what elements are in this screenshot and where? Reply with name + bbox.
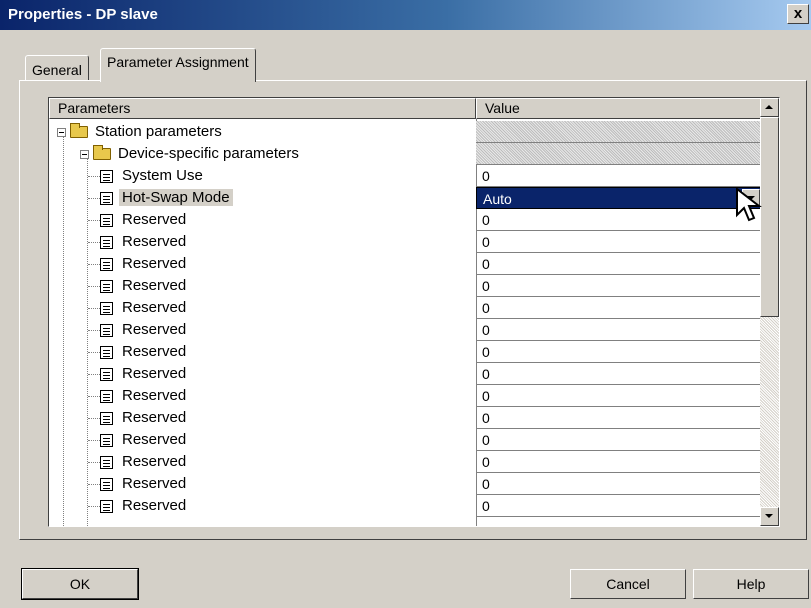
parameter-icon — [100, 455, 113, 469]
tree-row-station-parameters[interactable]: Station parameters — [49, 121, 762, 143]
parameter-icon — [100, 345, 113, 359]
tree-row-device-specific-parameters[interactable]: Device-specific parameters — [49, 143, 762, 165]
parameter-icon — [100, 191, 113, 205]
row-label: Reserved — [122, 475, 187, 492]
row-label: Hot-Swap Mode — [119, 189, 233, 206]
row-label: Reserved — [122, 431, 187, 448]
tree-row-parameter[interactable]: Reserved 0 — [49, 319, 762, 341]
value-cell[interactable]: 0 — [476, 253, 762, 275]
tree-row-parameter[interactable]: Reserved 0 — [49, 363, 762, 385]
help-button[interactable]: Help — [693, 569, 809, 599]
row-label: Reserved — [122, 211, 187, 228]
parameter-icon — [100, 279, 113, 293]
parameter-icon — [100, 499, 113, 513]
collapse-icon[interactable] — [57, 127, 66, 137]
tree-row-parameter-selected[interactable]: Hot-Swap Mode Auto — [49, 187, 762, 209]
tree-row-parameter[interactable]: Reserved 0 — [49, 253, 762, 275]
row-label: Reserved — [122, 497, 187, 514]
tree-row-parameter[interactable]: Reserved 0 — [49, 385, 762, 407]
row-label: Reserved — [122, 343, 187, 360]
parameter-icon — [100, 257, 113, 271]
tree-row-parameter[interactable]: Reserved 0 — [49, 429, 762, 451]
value-cell — [476, 143, 762, 165]
dropdown-selected-value: Auto — [483, 191, 512, 207]
value-cell[interactable]: 0 — [476, 297, 762, 319]
row-label: Reserved — [122, 255, 187, 272]
title-bar[interactable]: Properties - DP slave x — [0, 0, 811, 30]
ok-button[interactable]: OK — [21, 568, 139, 600]
parameter-grid: Parameters Value Station parameters Devi… — [48, 97, 780, 527]
folder-open-icon — [93, 145, 111, 161]
value-cell[interactable]: 0 — [476, 385, 762, 407]
parameter-icon — [100, 477, 113, 491]
parameter-icon — [100, 323, 113, 337]
tree-row-parameter[interactable]: Reserved 0 — [49, 297, 762, 319]
tree-row-parameter[interactable]: Reserved 0 — [49, 341, 762, 363]
folder-open-icon — [70, 123, 88, 139]
tree-row-parameter[interactable]: Reserved 0 — [49, 451, 762, 473]
value-cell — [476, 121, 762, 143]
value-cell[interactable]: 0 — [476, 495, 762, 517]
value-cell[interactable]: 0 — [476, 165, 762, 187]
value-cell[interactable]: 0 — [476, 231, 762, 253]
scroll-down-arrow-icon[interactable] — [760, 507, 779, 526]
value-cell[interactable]: 0 — [476, 341, 762, 363]
column-header-value[interactable]: Value — [476, 98, 762, 119]
row-label: Reserved — [122, 233, 187, 250]
tree-row-parameter[interactable]: Reserved 0 — [49, 495, 762, 517]
value-cell[interactable]: 0 — [476, 473, 762, 495]
parameter-icon — [100, 235, 113, 249]
tree-row-parameter[interactable]: System Use 0 — [49, 165, 762, 187]
parameter-icon — [100, 301, 113, 315]
row-label: Reserved — [122, 365, 187, 382]
tab-parameter-assignment[interactable]: Parameter Assignment — [100, 48, 256, 82]
row-label: System Use — [122, 167, 203, 184]
parameter-icon — [100, 367, 113, 381]
parameter-icon — [100, 389, 113, 403]
row-label: Reserved — [122, 299, 187, 316]
row-label: Reserved — [122, 409, 187, 426]
row-label: Reserved — [122, 453, 187, 470]
tree-row-parameter[interactable]: Reserved 0 — [49, 275, 762, 297]
value-cell[interactable]: 0 — [476, 363, 762, 385]
parameter-icon — [100, 411, 113, 425]
close-button[interactable]: x — [787, 4, 809, 24]
tree-row-parameter[interactable]: Reserved 0 — [49, 473, 762, 495]
row-label: Reserved — [122, 387, 187, 404]
column-header-parameters[interactable]: Parameters — [49, 98, 476, 119]
tree-row-parameter[interactable]: Reserved 0 — [49, 407, 762, 429]
value-cell[interactable]: 0 — [476, 275, 762, 297]
value-cell[interactable]: 0 — [476, 319, 762, 341]
parameter-icon — [100, 169, 113, 183]
cancel-button[interactable]: Cancel — [570, 569, 686, 599]
value-cell[interactable]: 0 — [476, 407, 762, 429]
tab-general[interactable]: General — [25, 55, 89, 81]
mouse-cursor-icon — [736, 187, 762, 222]
tree-row-parameter[interactable]: Reserved 0 — [49, 231, 762, 253]
window-title: Properties - DP slave — [8, 6, 158, 23]
value-dropdown[interactable]: Auto — [476, 187, 762, 209]
value-cell[interactable]: 0 — [476, 209, 762, 231]
tree-row-parameter[interactable]: Reserved 0 — [49, 209, 762, 231]
parameter-icon — [100, 433, 113, 447]
value-cell[interactable]: 0 — [476, 451, 762, 473]
parameter-icon — [100, 213, 113, 227]
value-cell[interactable]: 0 — [476, 429, 762, 451]
row-label: Station parameters — [95, 123, 222, 140]
vertical-scrollbar[interactable] — [760, 98, 779, 526]
collapse-icon[interactable] — [80, 149, 89, 159]
row-label: Device-specific parameters — [118, 145, 299, 162]
row-label: Reserved — [122, 277, 187, 294]
scroll-up-arrow-icon[interactable] — [760, 98, 779, 117]
dialog-window: Properties - DP slave x General Paramete… — [0, 0, 811, 608]
row-label: Reserved — [122, 321, 187, 338]
